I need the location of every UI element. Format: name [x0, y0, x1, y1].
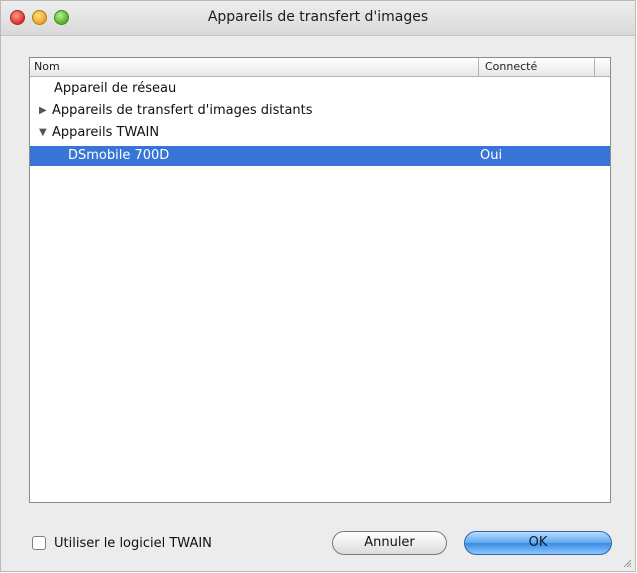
- table-header: Nom Connecté: [30, 58, 610, 77]
- table-row-network-device[interactable]: Appareil de réseau: [30, 79, 610, 99]
- use-twain-checkbox[interactable]: [32, 536, 46, 550]
- row-label: Appareil de réseau: [54, 81, 177, 96]
- table-row-twain-devices[interactable]: ▼ Appareils TWAIN: [30, 123, 610, 143]
- device-list[interactable]: Nom Connecté Appareil de réseau ▶ Appare…: [29, 57, 611, 503]
- disclosure-down-icon[interactable]: ▼: [39, 123, 47, 143]
- row-label: Appareils TWAIN: [52, 125, 160, 140]
- row-label: Appareils de transfert d'images distants: [52, 103, 313, 118]
- window-title: Appareils de transfert d'images: [207, 9, 429, 25]
- column-header-name[interactable]: Nom: [34, 58, 474, 76]
- title-bar[interactable]: Appareils de transfert d'images: [1, 1, 635, 36]
- row-label: DSmobile 700D: [68, 148, 170, 163]
- dialog-window: Appareils de transfert d'images Nom Conn…: [0, 0, 636, 572]
- ok-button[interactable]: OK: [464, 531, 612, 555]
- table-row-remote-devices[interactable]: ▶ Appareils de transfert d'images distan…: [30, 101, 610, 121]
- use-twain-label[interactable]: Utiliser le logiciel TWAIN: [54, 535, 212, 553]
- cancel-button[interactable]: Annuler: [332, 531, 447, 555]
- column-header-connected[interactable]: Connecté: [478, 58, 595, 76]
- resize-grip-icon[interactable]: [622, 558, 632, 568]
- table-row-dsmobile[interactable]: DSmobile 700D Oui: [30, 146, 610, 166]
- row-connected-value: Oui: [480, 148, 503, 163]
- disclosure-right-icon[interactable]: ▶: [39, 101, 47, 121]
- column-header-spacer: [594, 58, 612, 76]
